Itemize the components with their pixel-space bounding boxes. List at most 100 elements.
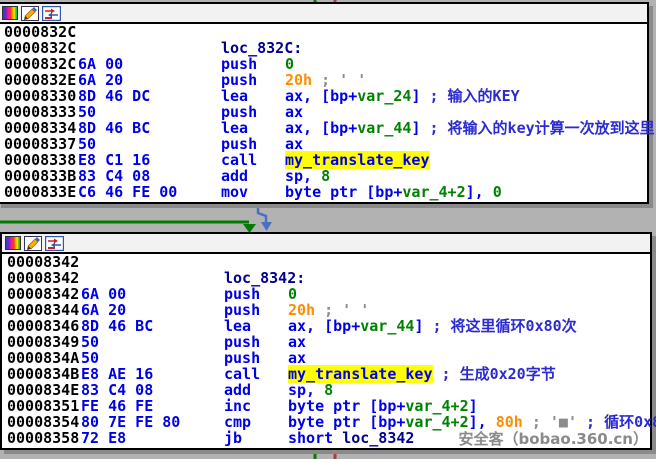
address: 0000834E [7,382,79,398]
disasm-line[interactable]: 0000834950 push ax [2,334,650,350]
opcode-bytes: 6A 20 [81,302,126,318]
address: 00008344 [7,302,79,318]
edit-comment-pencil-icon[interactable] [24,236,42,251]
address: 0000832C [4,24,76,40]
operands: my_translate_key [285,152,430,168]
disasm-line[interactable]: 00008351FE 46 FEincbyte ptr [bp+var_4+2] [2,398,650,414]
mnemonic: push [224,286,260,302]
block-code-0: 0000832C0000832C loc_832C:0000832C6A 00 pu… [0,24,647,200]
mnemonic: mov [221,184,248,200]
address: 00008342 [7,254,79,270]
disasm-line[interactable]: 000083468D 46 BCleaax, [bp+var_44] ; 将这里… [2,318,650,334]
disasm-line[interactable]: 0000834E83 C4 08addsp, 8 [2,382,650,398]
basic-block-loc-8342[interactable]: 0000834200008342 loc_8342:000083426A 00 pu… [0,232,652,450]
group-node-icon[interactable] [45,236,64,251]
address: 00008346 [7,318,79,334]
disasm-line[interactable]: 0000833B83 C4 08addsp, 8 [0,168,647,184]
disasm-line[interactable]: 0000833EC6 46 FE 00 mov byte ptr [bp+var_4… [0,184,647,200]
address: 0000834B [7,366,79,382]
address: 00008334 [4,120,76,136]
disasm-line[interactable]: 000083446A 20push20h ; ' ' [2,302,650,318]
mnemonic: lea [221,88,248,104]
mnemonic: push [224,302,260,318]
operands: short loc_8342 [288,430,414,446]
mnemonic: push [221,104,257,120]
mnemonic: jb [224,430,242,446]
operands: byte ptr [bp+var_4+2], 0 [285,184,502,200]
operands: sp, 8 [285,168,330,184]
disasm-line[interactable]: 00008342 [2,254,650,270]
address: 0000832C [4,40,76,56]
mnemonic: push [224,334,260,350]
group-node-icon[interactable] [42,6,61,21]
address: 00008358 [7,430,79,446]
disasm-line[interactable]: 00008338E8 C1 16callmy_translate_key [0,152,647,168]
mnemonic: call [224,366,260,382]
opcode-bytes: 83 C4 08 [81,382,153,398]
operands: sp, 8 [288,382,333,398]
disasm-line[interactable]: 0000834BE8 AE 16 call my_translate_key ; 生… [2,366,650,382]
opcode-bytes: 8D 46 DC [78,88,150,104]
label: loc_8342: [224,270,305,286]
disasm-line[interactable]: 0000832E6A 20 push 20h ; ' ' [0,72,647,88]
mnemonic: push [221,136,257,152]
operands: ax, [bp+var_44] ; 将输入的key计算一次放到这里 [285,120,655,136]
operands: ax [288,350,306,366]
mnemonic: push [221,72,257,88]
disasm-line[interactable]: 0000833750 push ax [0,136,647,152]
opcode-bytes: E8 AE 16 [81,366,153,382]
node-titlebar [2,234,650,254]
mnemonic: push [221,56,257,72]
address: 00008337 [4,136,76,152]
operands: ax, [bp+var_44] ; 将这里循环0x80次 [288,318,577,334]
mnemonic: call [221,152,257,168]
address: 00008351 [7,398,79,414]
opcode-bytes: 6A 00 [81,286,126,302]
operands: 0 [285,56,294,72]
opcode-bytes: 8D 46 BC [78,120,150,136]
address: 0000833E [4,184,76,200]
label: loc_832C: [221,40,302,56]
basic-block-loc-832C[interactable]: 0000832C0000832C loc_832C:0000832C6A 00 pu… [0,2,649,204]
watermark-text: 安全客（bobao.360.cn） [459,428,649,449]
operands: ax, [bp+var_24] ; 输入的KEY [285,88,520,104]
operands: ax [285,136,303,152]
address: 00008349 [7,334,79,350]
opcode-bytes: 6A 00 [78,56,123,72]
opcode-bytes: 6A 20 [78,72,123,88]
opcode-bytes: 50 [81,350,99,366]
address: 00008342 [7,270,79,286]
edit-comment-pencil-icon[interactable] [21,6,39,21]
operands: 20h ; ' ' [285,72,366,88]
block-code-1: 0000834200008342 loc_8342:000083426A 00 pu… [2,254,650,446]
operands: byte ptr [bp+var_4+2] [288,398,478,414]
disasm-line[interactable]: 000083308D 46 DC lea ax, [bp+var_24] ; 输入的… [0,88,647,104]
address: 0000832E [4,72,76,88]
opcode-bytes: E8 C1 16 [78,152,150,168]
address: 0000833B [4,168,76,184]
opcode-bytes: 80 7E FE 80 [81,414,180,430]
disasm-line[interactable]: 0000832C6A 00push0 [0,56,647,72]
disasm-line[interactable]: 000083426A 00push0 [2,286,650,302]
opcode-bytes: C6 46 FE 00 [78,184,177,200]
mnemonic: cmp [224,414,251,430]
opcode-bytes: 83 C4 08 [78,168,150,184]
operands: ax [288,334,306,350]
disasm-line[interactable]: 00008342 loc_8342: [2,270,650,286]
node-color-palette-icon[interactable] [5,236,21,250]
opcode-bytes: 8D 46 BC [81,318,153,334]
disasm-line[interactable]: 0000832C [0,24,647,40]
disasm-line[interactable]: 0000832C loc_832C: [0,40,647,56]
address: 00008330 [4,88,76,104]
disasm-line[interactable]: 000083348D 46 BCleaax, [bp+var_44] ; 将输入… [0,120,647,136]
disasm-line[interactable]: 0000833350pushax [0,104,647,120]
node-titlebar [0,4,647,24]
operands: 0 [288,286,297,302]
node-color-palette-icon[interactable] [2,6,18,20]
operands: my_translate_key ; 生成0x20字节 [288,366,556,382]
opcode-bytes: 50 [81,334,99,350]
opcode-bytes: 72 E8 [81,430,126,446]
disasm-line[interactable]: 0000834A50pushax [2,350,650,366]
opcode-bytes: 50 [78,136,96,152]
mnemonic: inc [224,398,251,414]
